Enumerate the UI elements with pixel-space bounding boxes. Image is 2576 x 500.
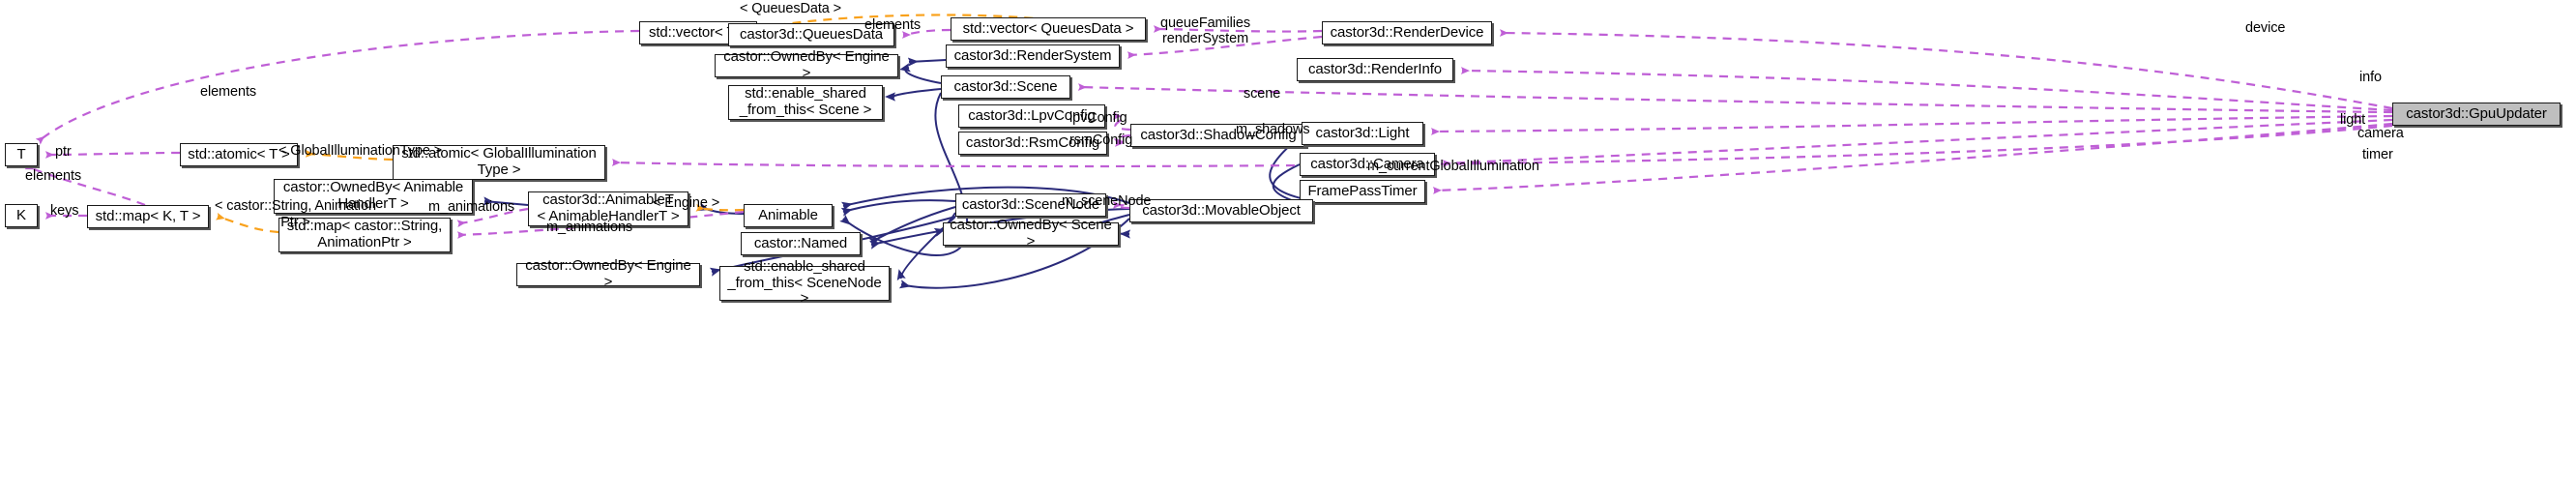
node-enable-shared-from-this-scene[interactable]: std::enable_shared _from_this< Scene > — [728, 85, 883, 120]
edge-label-queuefamilies: queueFamilies — [1160, 15, 1250, 31]
node-framepasstimer[interactable]: FramePassTimer — [1300, 180, 1425, 203]
edge-label-device: device — [2245, 20, 2286, 36]
node-rendersystem[interactable]: castor3d::RenderSystem — [946, 44, 1120, 68]
edge-label-keys: keys — [50, 203, 79, 219]
inheritance-edges — [483, 57, 1318, 289]
edge-label-elements-top: elements — [864, 17, 922, 33]
node-light[interactable]: castor3d::Light — [1302, 122, 1423, 145]
node-ownedby-scene[interactable]: castor::OwnedBy< Scene > — [943, 217, 1119, 250]
node-ownedby-engine-top[interactable]: castor::OwnedBy< Engine > — [715, 48, 898, 81]
node-vector-queuesdata[interactable]: std::vector< QueuesData > — [951, 17, 1146, 41]
node-map-k-t[interactable]: std::map< K, T > — [87, 205, 209, 228]
edge-label-elements-left: elements — [200, 84, 257, 100]
node-animable[interactable]: Animable — [744, 204, 833, 227]
edge-label-globalilluminationtype-template: < GlobalIlluminationType > — [278, 143, 443, 159]
edge-label-queuesdata-template: < QueuesData > — [740, 1, 842, 16]
edge-label-elements-mid: elements — [25, 168, 82, 184]
node-k-param[interactable]: K — [5, 204, 38, 227]
edge-label-m-animations-2: m_animations — [546, 220, 633, 235]
edge-label-scene: scene — [1244, 86, 1281, 102]
edge-label-rsmconfig: rsmConfig — [1069, 132, 1133, 148]
edge-label-string-animationptr-template: < castor::String, Animation Ptr > — [215, 198, 376, 230]
node-enable-shared-from-this-scenenode[interactable]: std::enable_shared _from_this< SceneNode… — [719, 258, 890, 307]
collaboration-diagram: std::vector< T > castor3d::QueuesData st… — [0, 0, 2576, 500]
edge-label-ptr: ptr — [55, 144, 72, 160]
edge-label-m-shadows: m_shadows — [1236, 122, 1310, 137]
edge-label-m-animations-1: m_animations — [428, 199, 515, 215]
edge-label-m-currentglobalillumination: m_currentGlobalIllumination — [1367, 159, 1539, 174]
node-t-param[interactable]: T — [5, 143, 38, 166]
node-ownedby-engine-bottom[interactable]: castor::OwnedBy< Engine > — [516, 257, 700, 290]
node-movableobject[interactable]: castor3d::MovableObject — [1129, 199, 1313, 222]
edge-label-camera: camera — [2357, 126, 2404, 141]
node-scene[interactable]: castor3d::Scene — [941, 75, 1070, 99]
node-gpuupdater-current[interactable]: castor3d::GpuUpdater — [2392, 103, 2561, 126]
edge-label-rendersystem: renderSystem — [1162, 31, 1249, 46]
node-renderinfo[interactable]: castor3d::RenderInfo — [1297, 58, 1453, 81]
edge-label-lpvconfig: lpvConfig — [1069, 110, 1127, 126]
edge-label-engine-template: < Engine > — [653, 195, 720, 211]
edge-label-timer: timer — [2362, 147, 2393, 162]
node-named[interactable]: castor::Named — [741, 232, 861, 255]
edge-label-info: info — [2359, 70, 2382, 85]
node-renderdevice[interactable]: castor3d::RenderDevice — [1322, 21, 1492, 44]
edge-label-m-scenenode: m_sceneNode — [1062, 193, 1152, 209]
